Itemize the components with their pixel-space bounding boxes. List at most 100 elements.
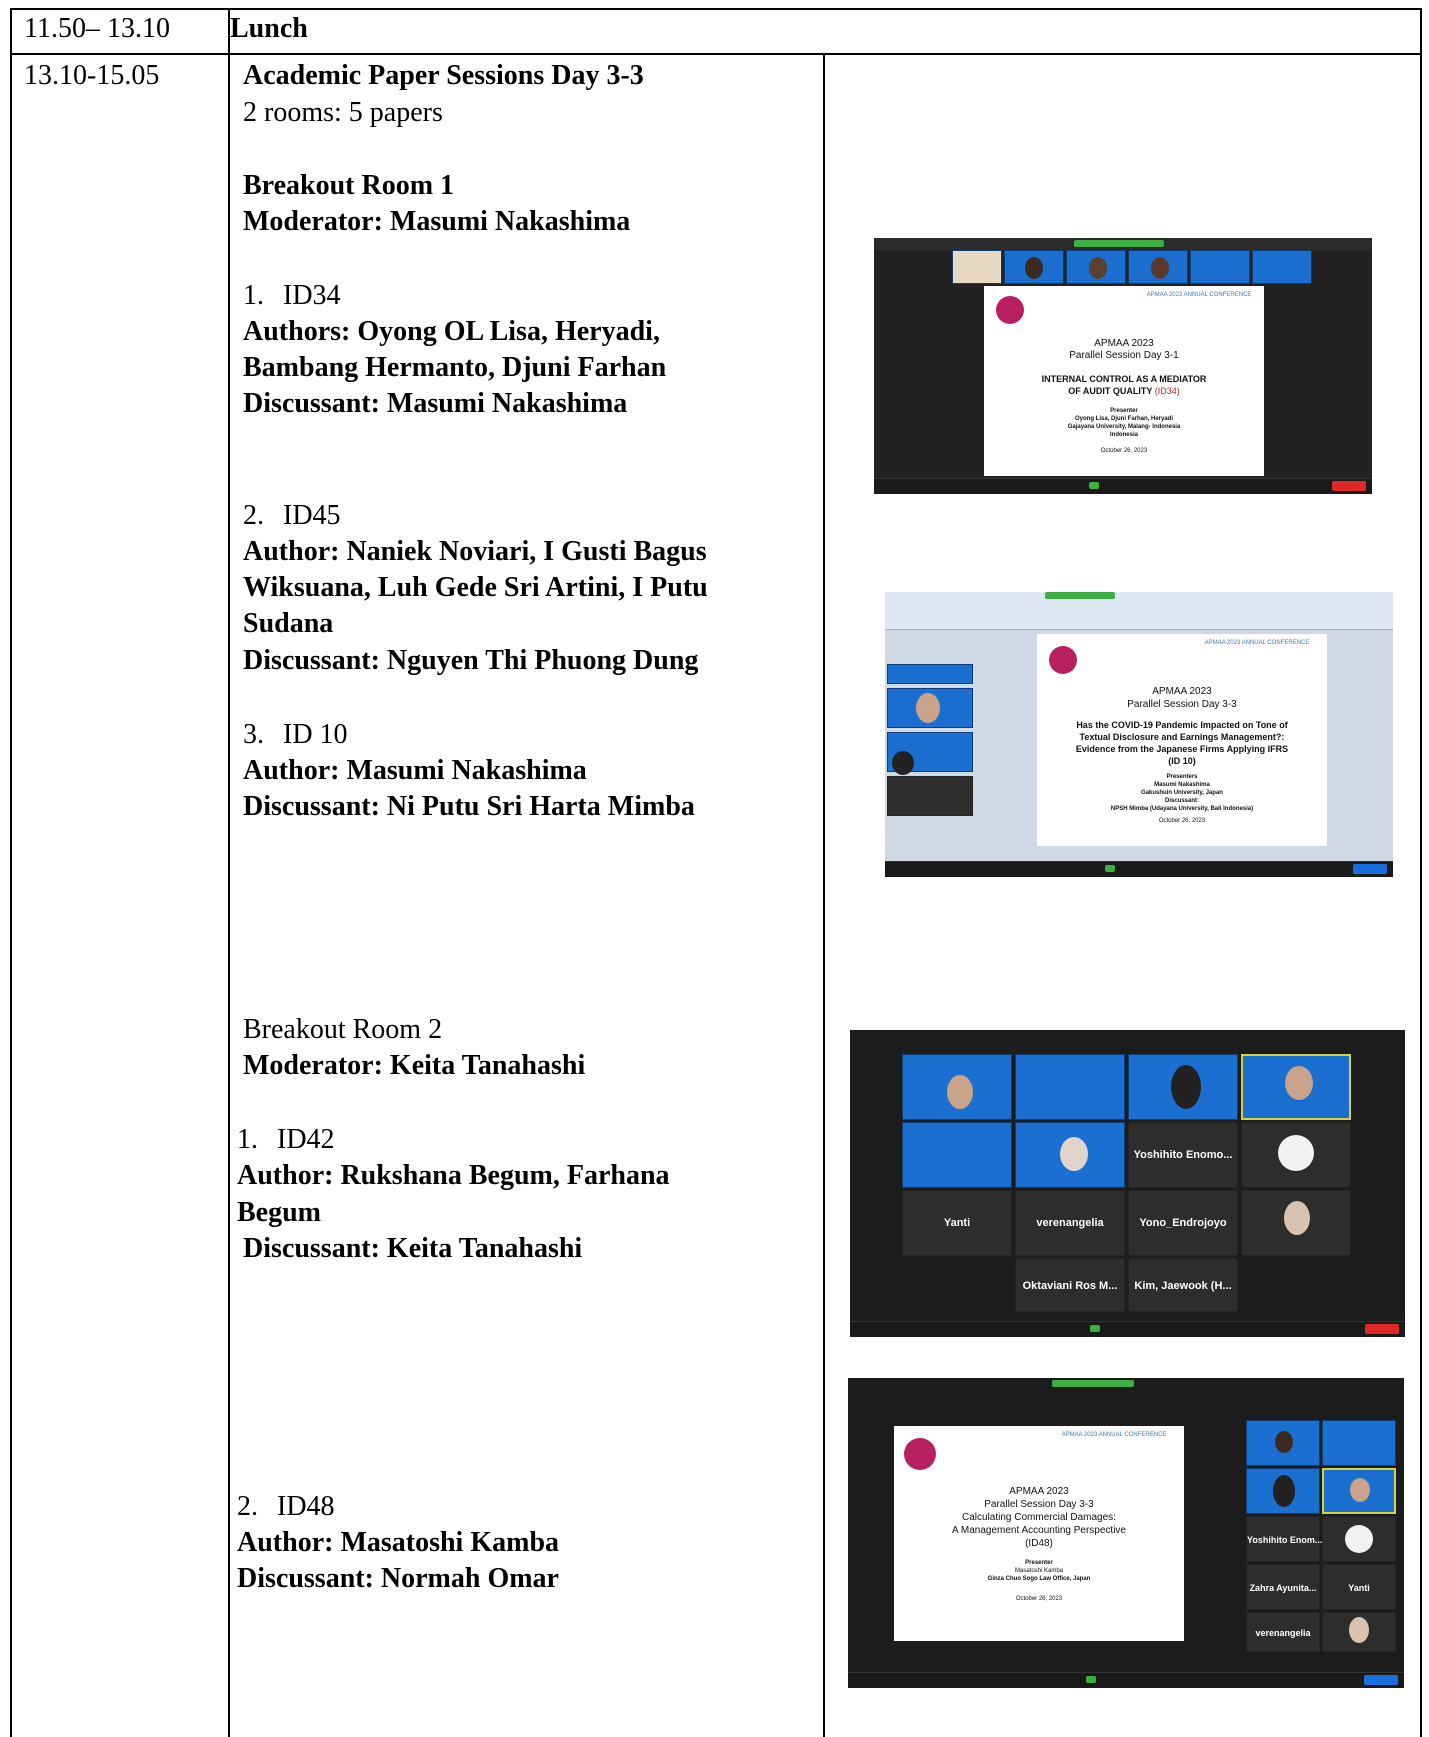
slide-conference: APMAA 2023 ANNUAL CONFERENCE bbox=[1061, 1432, 1167, 1438]
participant-tile bbox=[1004, 250, 1064, 284]
room1-paper2-discussant: Discussant: Nguyen Thi Phuong Dung bbox=[243, 645, 699, 676]
participant-tile: verenangelia bbox=[1246, 1612, 1320, 1652]
participant-tile bbox=[887, 776, 973, 816]
slide-country: Indonesia bbox=[1109, 432, 1138, 438]
participant-tile bbox=[1252, 250, 1312, 284]
lunch-label: Lunch bbox=[230, 13, 308, 44]
slide-presenter-label: Presenter bbox=[1110, 408, 1138, 414]
room2-paper2-discussant: Discussant: Normah Omar bbox=[237, 1563, 559, 1594]
slide-presenter-label: Presenter bbox=[1025, 1560, 1053, 1566]
slide-affiliation: Gakushuin University, Japan bbox=[1141, 790, 1223, 796]
room1-paper2-authors-line3: Sudana bbox=[243, 608, 334, 639]
active-speaker-tile bbox=[1322, 1468, 1396, 1514]
slide-id10: APMAA 2023 ANNUAL CONFERENCE APMAA 2023 … bbox=[1037, 634, 1327, 846]
slide-discussant-label: Discussant: bbox=[1164, 798, 1199, 804]
slide-conference: APMAA 2023 ANNUAL CONFERENCE bbox=[1146, 292, 1252, 298]
room2-heading: Breakout Room 2 bbox=[243, 1014, 443, 1045]
lunch-time: 11.50– 13.10 bbox=[24, 13, 170, 44]
participant-tile bbox=[1241, 1122, 1351, 1188]
slide-title: APMAA 2023 bbox=[1094, 338, 1154, 349]
share-screen-button bbox=[1105, 865, 1115, 872]
session-title: Academic Paper Sessions Day 3-3 bbox=[243, 60, 644, 91]
viewing-screen-pill bbox=[1052, 1380, 1134, 1387]
participant-tile bbox=[902, 1122, 1012, 1188]
zoom-toolbar bbox=[850, 1321, 1405, 1337]
apmaa-logo bbox=[1049, 646, 1077, 674]
zoom-screenshot-id48: APMAA 2023 ANNUAL CONFERENCE APMAA 2023 … bbox=[848, 1378, 1404, 1688]
participant-tile bbox=[1190, 250, 1250, 284]
participant-tile bbox=[1322, 1612, 1396, 1652]
table-border-right bbox=[1420, 8, 1422, 1737]
participant-tile bbox=[887, 732, 973, 775]
slide-presenter: Masumi Nakashima bbox=[1154, 782, 1210, 788]
participant-tile bbox=[902, 1054, 1012, 1120]
slide-affiliation: Ginza Chuo Sogo Law Office, Japan bbox=[987, 1576, 1091, 1582]
slide-conference: APMAA 2023 ANNUAL CONFERENCE bbox=[1204, 640, 1310, 646]
slide-paper-line2: A Management Accounting Perspective bbox=[952, 1525, 1126, 1536]
participant-tile: Kim, Jaewook (H... bbox=[1128, 1258, 1238, 1312]
table-divider-image-col bbox=[823, 53, 825, 1737]
table-border-left bbox=[10, 8, 12, 1737]
slide-paper-line1: Has the COVID-19 Pandemic Impacted on To… bbox=[1076, 720, 1288, 730]
room2-paper2-number: 2. ID48 bbox=[237, 1491, 335, 1522]
share-screen-button bbox=[1089, 482, 1099, 489]
ppt-screenshot-id10: APMAA 2023 ANNUAL CONFERENCE APMAA 2023 … bbox=[885, 592, 1393, 877]
room1-paper1-authors-line1: Authors: Oyong OL Lisa, Heryadi, bbox=[243, 316, 660, 347]
ppt-ribbon bbox=[885, 592, 1393, 630]
participant-tile bbox=[887, 688, 973, 728]
participant-tile bbox=[1128, 250, 1188, 284]
participant-tile bbox=[952, 250, 1002, 284]
session-subtitle: 2 rooms: 5 papers bbox=[243, 97, 443, 128]
room2-paper1-number: 1. ID42 bbox=[237, 1124, 335, 1155]
slide-paper-line1: INTERNAL CONTROL AS A MEDIATOR bbox=[1041, 374, 1207, 384]
slide-id48: APMAA 2023 ANNUAL CONFERENCE APMAA 2023 … bbox=[894, 1426, 1184, 1641]
slide-date: October 26, 2023 bbox=[1100, 448, 1148, 454]
share-screen-button bbox=[1090, 1325, 1100, 1332]
participant-tile bbox=[1128, 1054, 1238, 1120]
participant-tile bbox=[1246, 1468, 1320, 1514]
slide-presenters: Oyong Lisa, Djuni Farhan, Heryadi bbox=[1074, 416, 1174, 422]
participant-tile: Zahra Ayunita... bbox=[1246, 1564, 1320, 1610]
room1-paper1-authors-line2: Bambang Hermanto, Djuni Farhan bbox=[243, 352, 667, 383]
room1-heading: Breakout Room 1 bbox=[243, 170, 455, 201]
leave-room-button bbox=[1353, 864, 1387, 874]
viewing-screen-pill bbox=[1045, 592, 1115, 599]
participant-tile bbox=[1322, 1516, 1396, 1562]
slide-presenters-label: Presenters bbox=[1166, 774, 1198, 780]
zoom-titlebar bbox=[850, 1030, 1405, 1042]
slide-discussant: NPSH Mimba (Udayana University, Bali Ind… bbox=[1110, 806, 1254, 812]
session-time: 13.10-15.05 bbox=[24, 60, 160, 91]
share-screen-button bbox=[1086, 1676, 1096, 1683]
slide-session: Parallel Session Day 3-3 bbox=[984, 1499, 1094, 1510]
slide-title: APMAA 2023 bbox=[1152, 686, 1212, 697]
participant-tile bbox=[1322, 1420, 1396, 1466]
table-divider-row bbox=[10, 53, 1422, 55]
slide-paper-line3: Evidence from the Japanese Firms Applyin… bbox=[1075, 744, 1289, 754]
zoom-toolbar bbox=[874, 478, 1372, 494]
participant-tile bbox=[1246, 1420, 1320, 1466]
room2-paper1-authors-line2: Begum bbox=[237, 1197, 321, 1228]
participant-tile: Yoshihito Enomo... bbox=[1128, 1122, 1238, 1188]
participant-tile: Yono_Endrojoyo bbox=[1128, 1190, 1238, 1256]
apmaa-logo bbox=[996, 296, 1024, 324]
slide-paper-id: (ID 10) bbox=[1168, 756, 1196, 766]
room1-paper2-authors-line2: Wiksuana, Luh Gede Sri Artini, I Putu bbox=[243, 572, 708, 603]
slide-date: October 26, 2023 bbox=[1015, 1596, 1063, 1602]
participant-tile bbox=[1015, 1122, 1125, 1188]
slide-paper-line1: Calculating Commercial Damages: bbox=[962, 1512, 1116, 1523]
slide-session: Parallel Session Day 3-3 bbox=[1127, 699, 1237, 710]
slide-session: Parallel Session Day 3-1 bbox=[1069, 350, 1179, 361]
slide-paper-line2: Textual Disclosure and Earnings Manageme… bbox=[1079, 732, 1285, 742]
table-divider-time-col bbox=[228, 8, 230, 1737]
participant-tile bbox=[1015, 1054, 1125, 1120]
room1-paper3-number: 3. ID 10 bbox=[243, 719, 348, 750]
room2-paper2-author: Author: Masatoshi Kamba bbox=[237, 1527, 560, 1558]
room2-paper1-authors-line1: Author: Rukshana Begum, Farhana bbox=[237, 1160, 670, 1191]
slide-affiliation: Gajayana University, Malang- Indonesia bbox=[1067, 424, 1181, 430]
slide-id34: APMAA 2023 ANNUAL CONFERENCE APMAA 2023 … bbox=[984, 286, 1264, 476]
slide-paper-line2: OF AUDIT QUALITY (ID34) bbox=[1068, 386, 1180, 396]
room1-paper3-discussant: Discussant: Ni Putu Sri Harta Mimba bbox=[243, 791, 695, 822]
participant-tile: Oktaviani Ros M... bbox=[1015, 1258, 1125, 1312]
room2-moderator: Moderator: Keita Tanahashi bbox=[243, 1050, 586, 1081]
apmaa-logo bbox=[904, 1438, 936, 1470]
